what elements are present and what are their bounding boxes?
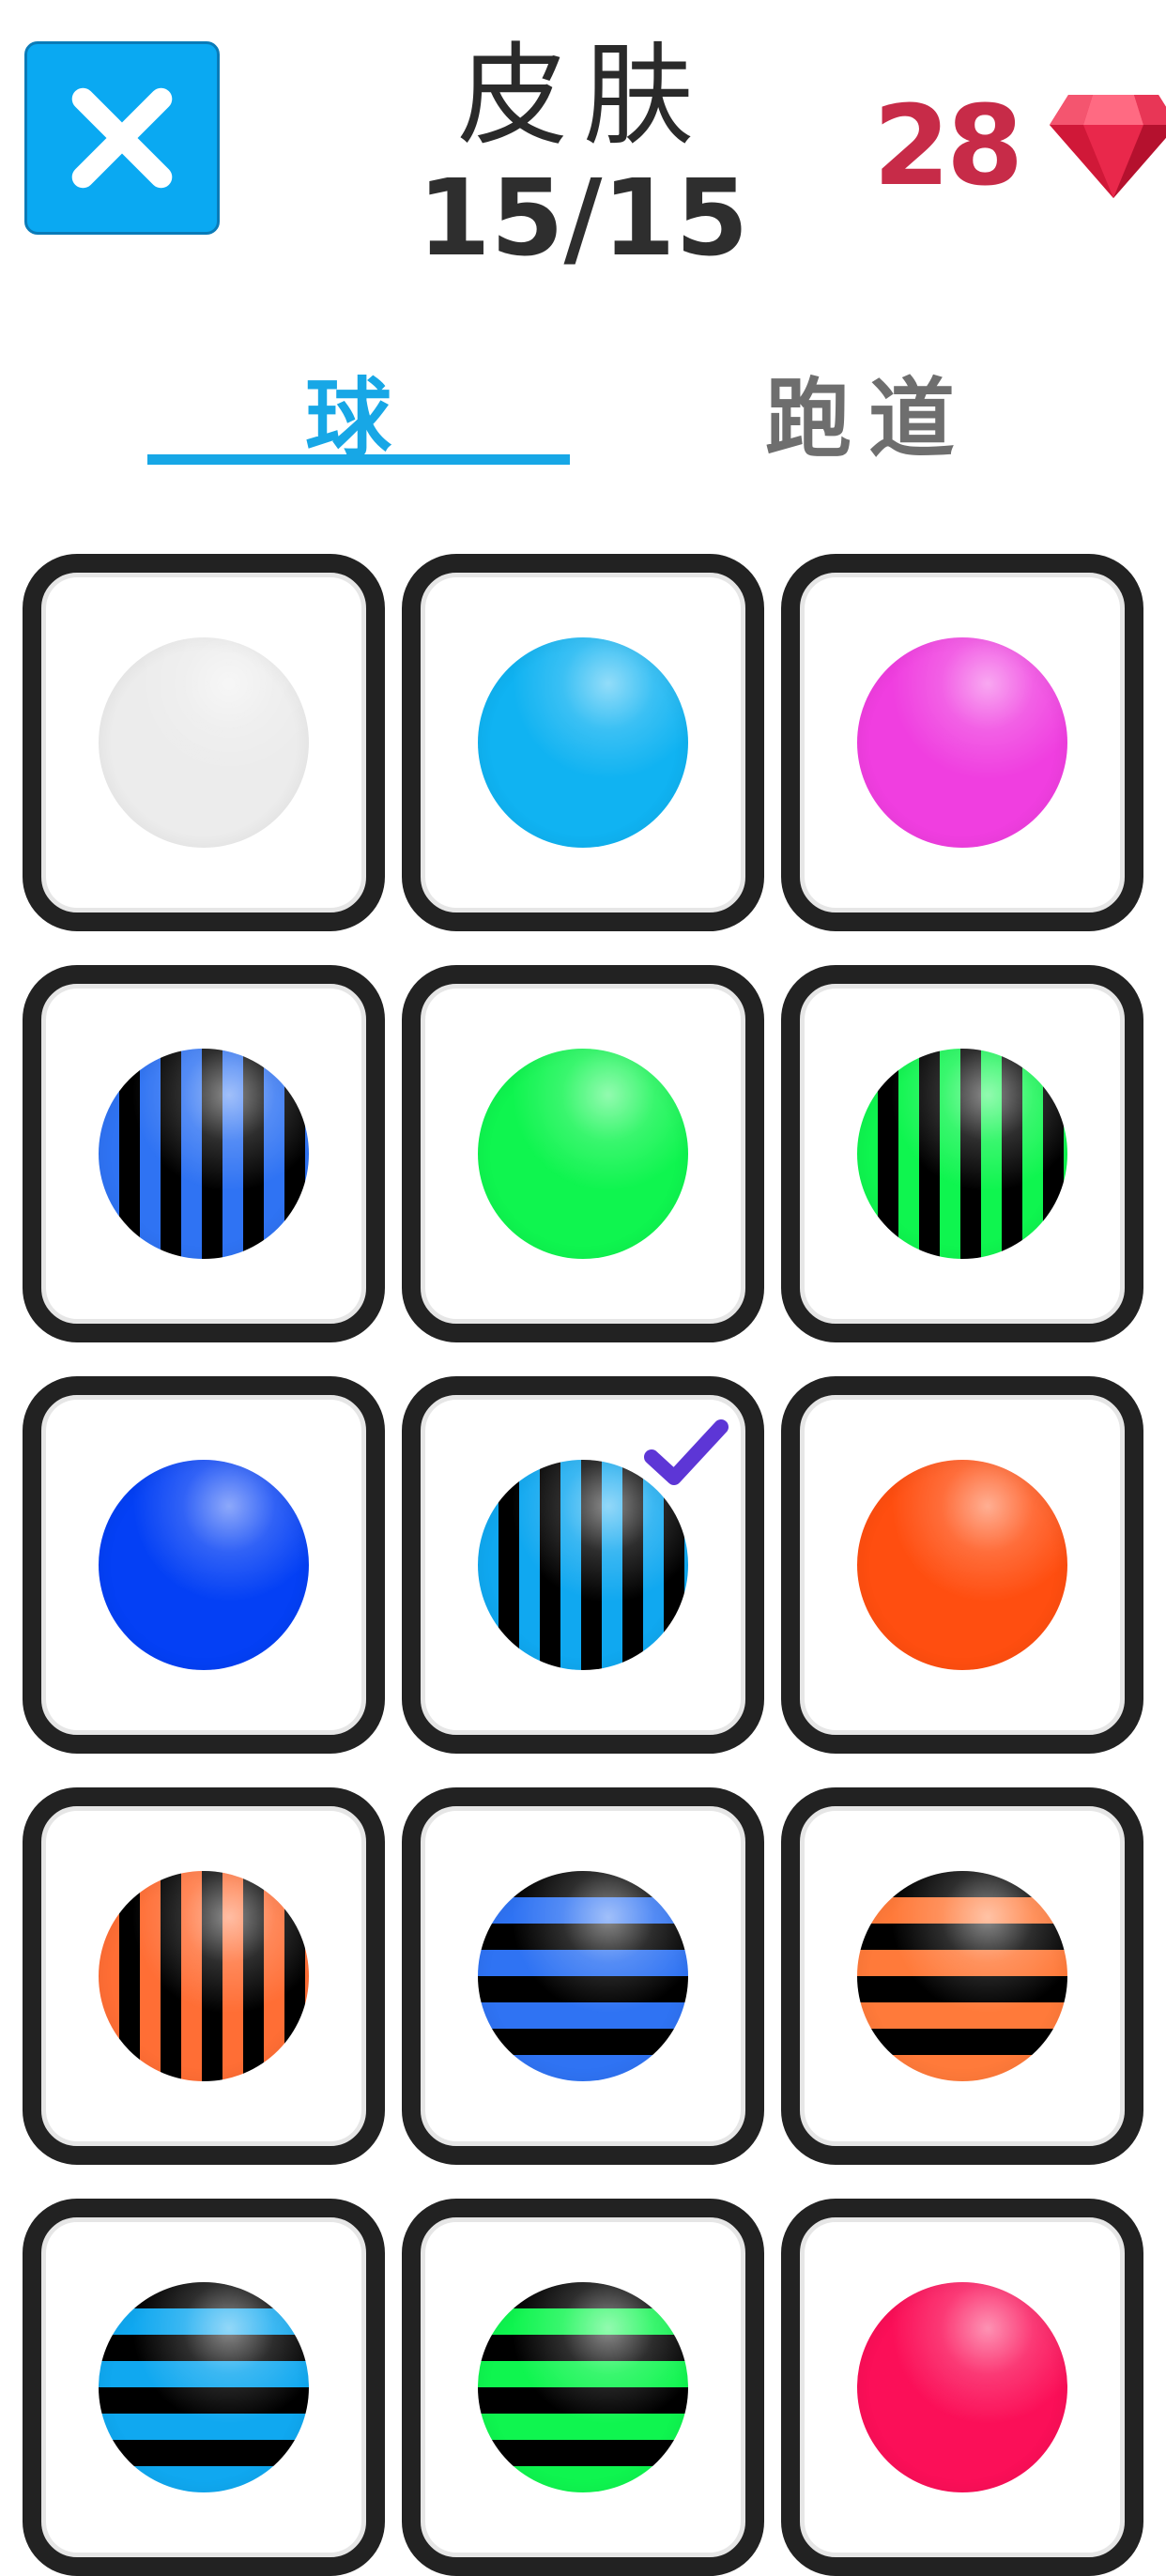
skin-cell-green[interactable]	[402, 965, 764, 1342]
ball-skin-orange-horizontal	[857, 1871, 1067, 2081]
skin-cell-blue-horizontal[interactable]	[402, 1787, 764, 2165]
ball-skin-cyan-vertical	[478, 1460, 688, 1670]
gem-count: 28	[873, 81, 1023, 210]
skin-cell-orange[interactable]	[781, 1376, 1143, 1754]
skin-cell-white[interactable]	[23, 554, 385, 931]
skin-cell-royal-blue[interactable]	[23, 1376, 385, 1754]
ball-skin-cyan	[478, 637, 688, 848]
ball-skin-orange	[857, 1460, 1067, 1670]
check-icon	[644, 1419, 729, 1485]
skin-cell-blue-vertical[interactable]	[23, 965, 385, 1342]
ball-skin-crimson	[857, 2282, 1067, 2492]
ball-highlight	[99, 637, 309, 848]
ball-skin-green	[478, 1049, 688, 1259]
ball-highlight	[99, 1049, 309, 1259]
tab-ball[interactable]: 球	[146, 349, 568, 469]
ball-highlight	[857, 2282, 1067, 2492]
skin-cell-cyan[interactable]	[402, 554, 764, 931]
skin-cell-crimson[interactable]	[781, 2199, 1143, 2576]
ball-highlight	[478, 2282, 688, 2492]
active-tab-indicator	[147, 454, 570, 465]
skin-cell-green-vertical[interactable]	[781, 965, 1143, 1342]
ball-highlight	[857, 1049, 1067, 1259]
ball-skin-orange-vertical	[99, 1871, 309, 2081]
skin-cell-cyan-horizontal[interactable]	[23, 2199, 385, 2576]
ball-skin-white	[99, 637, 309, 848]
ball-highlight	[478, 1049, 688, 1259]
skin-cell-magenta[interactable]	[781, 554, 1143, 931]
skin-cell-green-horizontal[interactable]	[402, 2199, 764, 2576]
ball-skin-blue-vertical	[99, 1049, 309, 1259]
ball-highlight	[99, 1460, 309, 1670]
ball-skin-cyan-horizontal	[99, 2282, 309, 2492]
ball-highlight	[857, 637, 1067, 848]
ball-highlight	[478, 1460, 688, 1670]
ball-highlight	[99, 2282, 309, 2492]
ball-highlight	[99, 1871, 309, 2081]
tab-track[interactable]: 跑道	[657, 349, 1080, 469]
ball-skin-green-horizontal	[478, 2282, 688, 2492]
ball-highlight	[857, 1871, 1067, 2081]
ball-skin-blue-horizontal	[478, 1871, 688, 2081]
ball-highlight	[478, 1871, 688, 2081]
ball-highlight	[478, 637, 688, 848]
ball-skin-royal-blue	[99, 1460, 309, 1670]
ruby-gem-icon	[1050, 95, 1166, 198]
ball-highlight	[857, 1460, 1067, 1670]
skin-cell-cyan-vertical[interactable]	[402, 1376, 764, 1754]
ball-skin-magenta	[857, 637, 1067, 848]
skin-grid	[23, 554, 1149, 2576]
skin-cell-orange-horizontal[interactable]	[781, 1787, 1143, 2165]
gem-balance: 28	[873, 75, 1166, 216]
ball-skin-green-vertical	[857, 1049, 1067, 1259]
skin-cell-orange-vertical[interactable]	[23, 1787, 385, 2165]
